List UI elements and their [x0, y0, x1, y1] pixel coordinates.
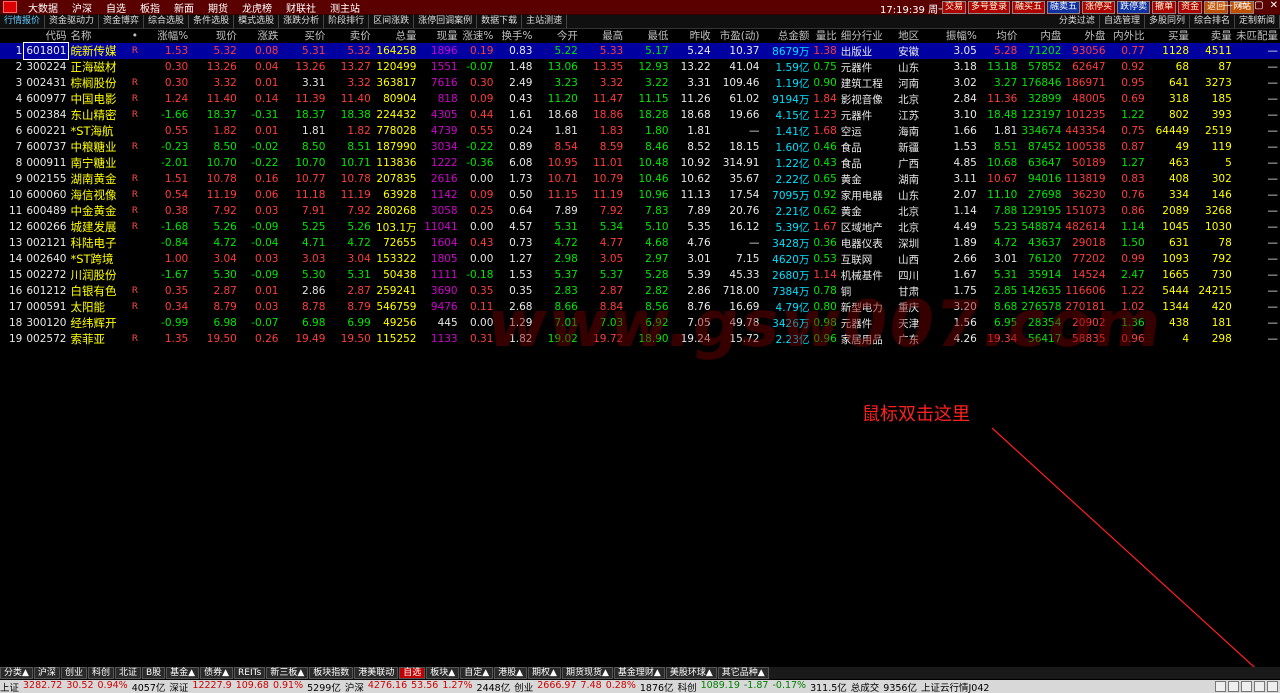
status-value: 1089.19 [700, 680, 740, 691]
status-value: 0.94% [97, 680, 128, 691]
status-value: 上证 [0, 682, 20, 693]
annotation-arrow [991, 427, 1266, 678]
status-value: 5299亿 [307, 682, 341, 693]
category-tab[interactable]: 债券▲ [200, 667, 234, 679]
category-tab[interactable]: 新三板▲ [266, 667, 309, 679]
category-tab-bar: 分类▲ 沪深 创业 科创 北证 B股 基金▲ 债券▲ REITs 新三板▲ 板块指数 港美联动 自选 板块… [0, 667, 1280, 679]
category-tab[interactable]: REITs [234, 667, 266, 679]
category-tab[interactable]: 港美联动 [354, 667, 399, 679]
smile-icon[interactable] [1241, 681, 1252, 692]
status-tray [1215, 681, 1278, 692]
status-value: 109.68 [235, 680, 269, 691]
status-value: 4276.16 [367, 680, 408, 691]
category-tab[interactable]: 自选 [399, 667, 426, 679]
category-tab[interactable]: 分类▲ [0, 667, 33, 679]
status-value: 30.52 [66, 680, 94, 691]
index-status-bar: 上证 3282.72 30.52 0.94% 4057亿 深证 12227.9 109.68 0… [0, 680, 1280, 693]
status-value: 7.48 [580, 680, 602, 691]
category-tab[interactable]: 沪深 [33, 667, 60, 679]
status-value: 12227.9 [192, 680, 232, 691]
status-value: 上证云行情J042 [920, 682, 990, 693]
status-value: 1876亿 [639, 682, 674, 693]
category-tab[interactable]: 自定▲ [460, 667, 494, 679]
category-tab[interactable]: 北证 [114, 667, 141, 679]
status-value: 总成交 [850, 682, 880, 693]
status-value: 1.27% [442, 680, 473, 691]
category-tab[interactable]: 基金▲ [166, 667, 200, 679]
grid-icon[interactable] [1228, 681, 1239, 692]
status-value: 53.56 [411, 680, 439, 691]
category-tab[interactable]: 港股▲ [494, 667, 528, 679]
status-value: 2448亿 [476, 682, 511, 693]
category-tab[interactable]: 板块指数 [309, 667, 354, 679]
category-tab[interactable]: 美股环球▲ [665, 667, 717, 679]
status-value: 0.28% [605, 680, 636, 691]
category-tab[interactable]: B股 [141, 667, 166, 679]
tools-icon[interactable] [1254, 681, 1265, 692]
status-value: 深证 [169, 682, 189, 693]
status-value: 创业 [514, 682, 534, 693]
status-value: 2666.97 [537, 680, 577, 691]
status-value: 4057亿 [131, 682, 166, 693]
status-value: -1.87 [743, 680, 769, 691]
category-tab[interactable]: 创业 [60, 667, 87, 679]
status-value: -0.17% [772, 680, 807, 691]
window-icon[interactable] [1215, 681, 1226, 692]
category-tab[interactable]: 基金理财▲ [613, 667, 665, 679]
category-tab[interactable]: 科创 [87, 667, 114, 679]
signal-icon[interactable] [1267, 681, 1278, 692]
category-tab[interactable]: 其它品种▲ [717, 667, 769, 679]
status-value: 311.5亿 [810, 682, 847, 693]
status-value: 9356亿 [883, 682, 917, 693]
category-tab[interactable]: 期货现货▲ [561, 667, 613, 679]
category-tab[interactable]: 板块▲ [426, 667, 460, 679]
status-value: 3282.72 [23, 680, 63, 691]
category-tab[interactable]: 期权▲ [528, 667, 561, 679]
status-value: 0.91% [272, 680, 304, 691]
status-value: 沪深 [344, 682, 364, 693]
status-value: 科创 [677, 682, 697, 693]
